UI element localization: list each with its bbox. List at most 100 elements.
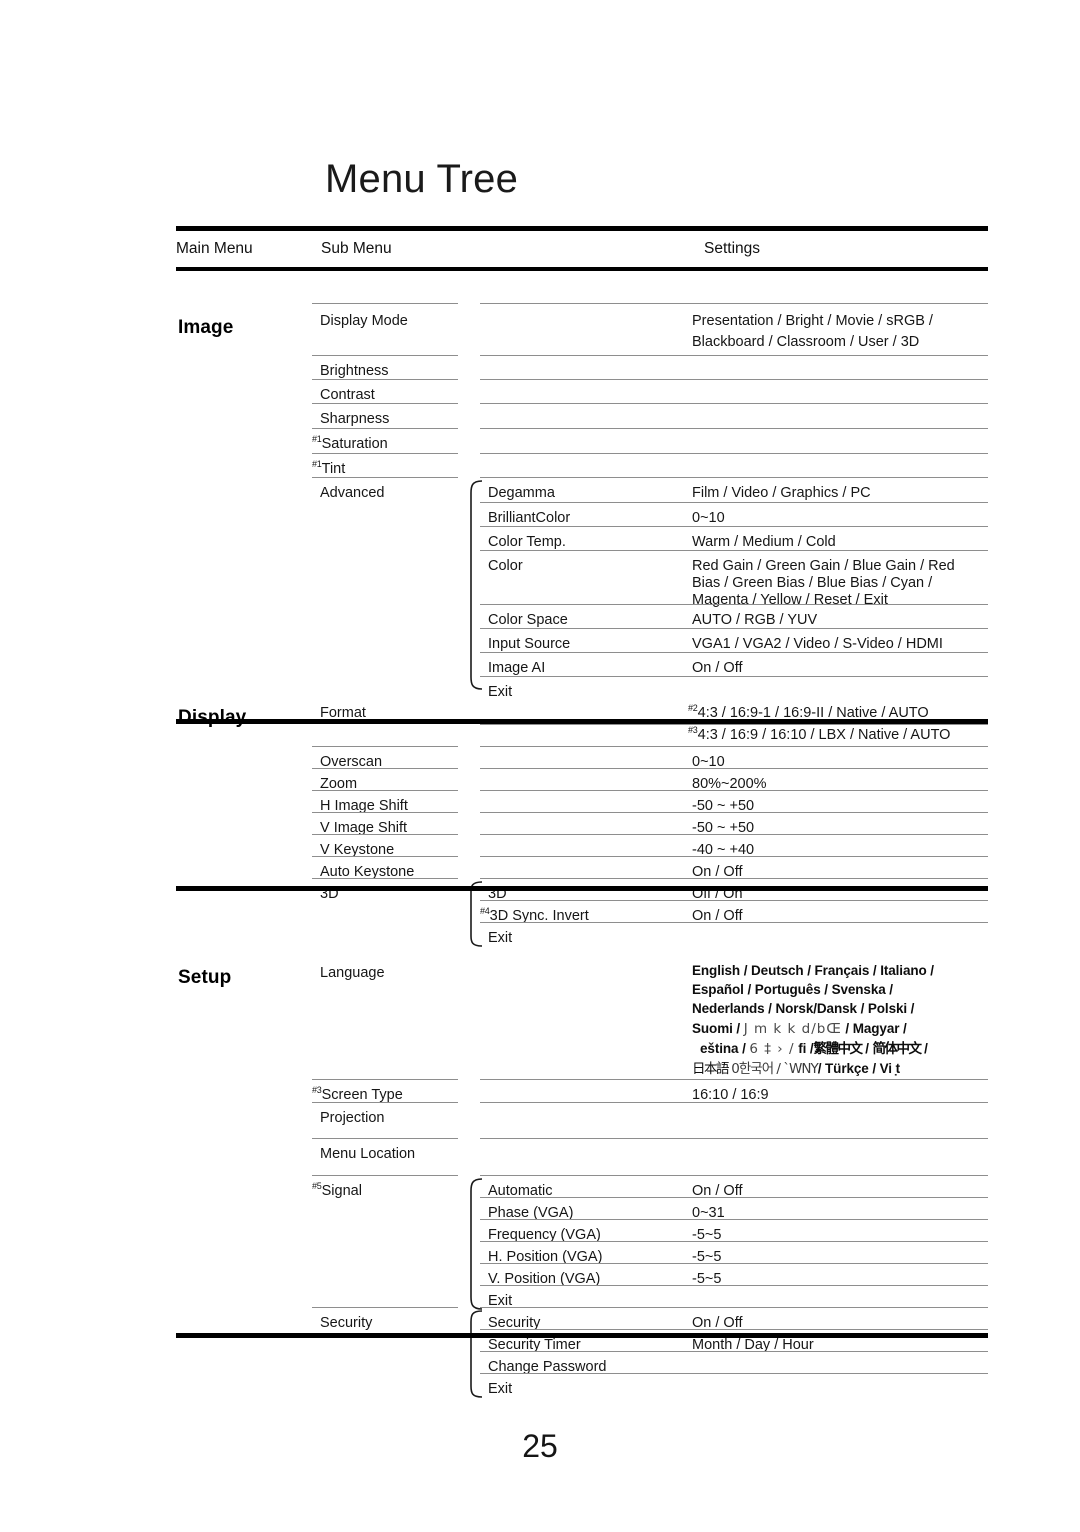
settings-value: -5~5 — [692, 1227, 722, 1243]
language-text: / Magyar / — [841, 1020, 907, 1036]
settings-value: -40 ~ +40 — [692, 842, 755, 858]
sub-menu-label: Language — [320, 965, 385, 981]
settings-value: 0~10 — [692, 754, 725, 770]
sub-menu-label: Exit — [488, 1381, 513, 1397]
row-separator — [312, 768, 458, 769]
row-separator — [480, 1241, 988, 1242]
footnote-marker: #2 — [688, 703, 698, 714]
sub-menu-label: Signal — [321, 1183, 362, 1199]
section-image: Image Display Mode Presentation / Bright… — [176, 271, 988, 700]
table-header-row: Main Menu Sub Menu Settings — [176, 231, 988, 267]
section-label-image: Image — [178, 317, 234, 338]
language-text-simplified-chinese: 简体中文 — [872, 1040, 923, 1057]
row-separator — [480, 900, 988, 901]
row-separator — [312, 746, 458, 747]
row-separator — [480, 303, 988, 304]
settings-value: 4:3 / 16:9-1 / 16:9-II / Native / AUTO — [697, 705, 929, 721]
language-text: / — [920, 1040, 928, 1056]
section-divider-rule — [176, 886, 988, 891]
footnote-marker: #3 — [688, 725, 698, 736]
row-separator — [480, 856, 988, 857]
language-line: Nederlands / Norsk/Dansk / Polski / — [692, 1001, 915, 1017]
row-separator — [312, 428, 458, 429]
sub-menu-label: Display Mode — [320, 313, 408, 329]
security-group-bracket — [462, 1309, 484, 1399]
language-garbled-text: 6 ‡ › / — [749, 1040, 795, 1057]
row-separator — [480, 428, 988, 429]
row-separator — [480, 746, 988, 747]
row-separator — [312, 790, 458, 791]
row-separator — [480, 628, 988, 629]
row-separator — [312, 1175, 458, 1176]
row-separator — [312, 453, 458, 454]
sub-menu-label: Security Timer — [488, 1337, 581, 1353]
settings-value: Month / Day / Hour — [692, 1337, 814, 1353]
settings-value: 80%~200% — [692, 776, 767, 792]
row-separator — [480, 379, 988, 380]
language-line: Suomi / J m k k d/bŒ / Magyar / — [692, 1019, 1002, 1039]
sub-menu-label: V Image Shift — [320, 820, 408, 836]
settings-value: 0~31 — [692, 1205, 725, 1221]
settings-value: On / Off — [692, 908, 743, 924]
sub-menu-label: Frequency (VGA) — [488, 1227, 601, 1243]
row-separator — [480, 1102, 988, 1103]
settings-value: -5~5 — [692, 1271, 722, 1287]
column-header-settings: Settings — [704, 240, 761, 257]
row-separator — [312, 379, 458, 380]
row-separator — [480, 1263, 988, 1264]
sub-menu-label: Change Password — [488, 1359, 607, 1375]
settings-value: On / Off — [692, 864, 743, 880]
footnote-marker: #3 — [312, 1085, 322, 1096]
settings-value: -50 ~ +50 — [692, 798, 755, 814]
sub-menu-label-screen-type: #3Screen Type — [312, 1085, 403, 1107]
row-separator — [480, 922, 988, 923]
row-separator — [480, 526, 988, 527]
sub-menu-label: Advanced — [320, 485, 385, 501]
sub-menu-label: Exit — [488, 930, 513, 946]
row-separator — [312, 856, 458, 857]
row-separator — [480, 1197, 988, 1198]
sub-menu-label: H. Position (VGA) — [488, 1249, 603, 1265]
sub-menu-label: Saturation — [321, 436, 388, 452]
sub-menu-label: Automatic — [488, 1183, 553, 1199]
row-separator — [480, 604, 988, 605]
sub-menu-label: Menu Location — [320, 1146, 416, 1162]
row-separator — [480, 1079, 988, 1080]
row-separator — [312, 1307, 458, 1308]
sub-menu-label: H Image Shift — [320, 798, 408, 814]
sub-menu-label: Projection — [320, 1110, 385, 1126]
row-separator — [312, 878, 458, 879]
page-number: 25 — [522, 1428, 558, 1464]
row-separator — [480, 768, 988, 769]
settings-value: On / Off — [692, 1183, 743, 1199]
sub-menu-label: Screen Type — [321, 1087, 403, 1103]
page-title: Menu Tree — [325, 157, 519, 201]
row-separator — [480, 355, 988, 356]
row-separator — [480, 1219, 988, 1220]
row-separator — [312, 303, 458, 304]
row-separator — [480, 834, 988, 835]
sub-menu-label: Overscan — [320, 754, 383, 770]
footnote-marker: #1 — [312, 434, 322, 445]
language-text: Suomi / — [692, 1020, 744, 1036]
menu-tree-table: Main Menu Sub Menu Settings Image Displa… — [176, 226, 988, 1398]
sub-menu-label: Color — [488, 558, 523, 574]
row-separator — [312, 1138, 458, 1139]
row-separator — [480, 403, 988, 404]
language-text: fi / — [794, 1040, 814, 1056]
row-separator — [480, 453, 988, 454]
footnote-marker: #5 — [312, 1181, 322, 1192]
settings-value: Presentation / Bright / Movie / sRGB / — [692, 313, 933, 329]
sub-menu-label: Auto Keystone — [320, 864, 415, 880]
language-text: / Türkçe / Vi ̣t — [817, 1061, 901, 1077]
language-settings-list: English / Deutsch / Français / Italiano … — [692, 961, 1002, 1079]
column-header-main-menu: Main Menu — [176, 240, 253, 257]
language-line: Español / Português / Svenska / — [692, 982, 893, 998]
row-separator — [480, 878, 988, 879]
settings-value: On / Off — [692, 1315, 743, 1331]
settings-value: -50 ~ +50 — [692, 820, 755, 836]
language-text-traditional-chinese: 繁體中文 — [813, 1040, 864, 1057]
sub-menu-label: V Keystone — [320, 842, 395, 858]
section-setup: Setup Language English / Deutsch / Franç… — [176, 959, 988, 1398]
row-separator — [480, 1329, 988, 1330]
